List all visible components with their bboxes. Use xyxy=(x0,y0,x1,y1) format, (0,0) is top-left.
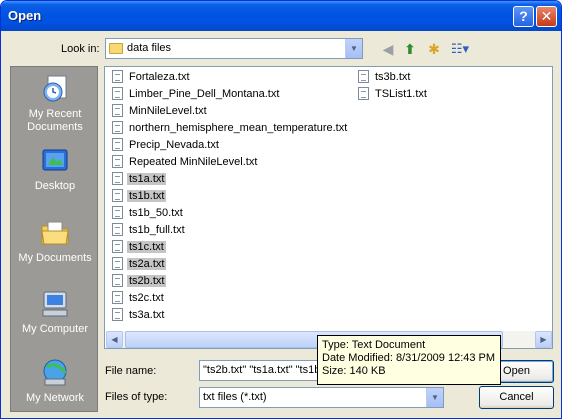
file-name: ts1b.txt xyxy=(127,190,167,202)
back-icon[interactable]: ◀ xyxy=(378,39,398,59)
new-folder-icon[interactable]: ✱ xyxy=(424,39,444,59)
file-name: ts2a.txt xyxy=(127,258,167,270)
file-list[interactable]: Fortaleza.txt Limber_Pine_Dell_Montana.tx… xyxy=(104,66,553,349)
file-item[interactable]: ts3a.txt xyxy=(107,307,166,323)
chevron-down-icon[interactable]: ▼ xyxy=(345,39,362,58)
text-file-icon xyxy=(112,256,123,270)
text-file-icon xyxy=(112,154,123,168)
file-name: Precip_Nevada.txt xyxy=(129,139,219,151)
file-item[interactable]: ts1b_full.txt xyxy=(107,222,187,238)
my-computer-icon xyxy=(42,291,68,317)
file-name: ts1b_50.txt xyxy=(129,207,183,219)
file-name: MinNileLevel.txt xyxy=(129,105,207,117)
window-title: Open xyxy=(8,8,42,23)
file-item[interactable]: TSList1.txt xyxy=(353,86,429,102)
tooltip-type: Type: Text Document xyxy=(322,339,426,351)
place-my-recent-documents[interactable]: My Recent Documents xyxy=(11,73,99,134)
file-name: ts3a.txt xyxy=(129,309,165,321)
file-name: ts2c.txt xyxy=(129,292,164,304)
file-item[interactable]: Limber_Pine_Dell_Montana.txt xyxy=(107,86,281,102)
places-bar: My Recent Documents Desktop My Documents xyxy=(10,66,98,412)
file-item[interactable]: Repeated MinNileLevel.txt xyxy=(107,154,259,170)
text-file-icon xyxy=(112,103,123,117)
title-bar[interactable]: Open ? ✕ xyxy=(1,1,561,31)
file-item[interactable]: ts1b.txt xyxy=(107,188,167,204)
file-item[interactable]: ts1a.txt xyxy=(107,171,167,187)
look-in-label: Look in: xyxy=(61,43,100,55)
file-name: ts2b.txt xyxy=(127,275,167,287)
up-folder-icon[interactable]: ⬆ xyxy=(400,39,420,59)
file-name: northern_hemisphere_mean_temperature.txt xyxy=(129,122,348,134)
place-label: Desktop xyxy=(34,180,76,192)
text-file-icon xyxy=(112,239,123,253)
file-item[interactable]: ts3b.txt xyxy=(353,69,412,85)
files-of-type-combo[interactable]: txt files (*.txt) ▼ xyxy=(199,387,444,408)
text-file-icon xyxy=(112,205,123,219)
text-file-icon xyxy=(358,69,369,83)
desktop-icon xyxy=(42,149,68,171)
text-file-icon xyxy=(112,290,123,304)
text-file-icon xyxy=(112,171,123,185)
file-name: ts1c.txt xyxy=(127,241,166,253)
text-file-icon xyxy=(112,307,123,321)
files-of-type-label: Files of type: xyxy=(105,391,168,403)
place-label: My Network xyxy=(25,392,85,404)
file-name: Fortaleza.txt xyxy=(129,71,190,83)
place-my-computer[interactable]: My Computer xyxy=(11,288,99,336)
file-item[interactable]: Fortaleza.txt xyxy=(107,69,192,85)
file-name: Limber_Pine_Dell_Montana.txt xyxy=(129,88,280,100)
my-network-icon xyxy=(43,359,67,386)
text-file-icon xyxy=(112,69,123,83)
help-button[interactable]: ? xyxy=(513,6,534,27)
file-name: TSList1.txt xyxy=(375,88,427,100)
text-file-icon xyxy=(358,86,369,100)
files-of-type-value: txt files (*.txt) xyxy=(203,391,267,403)
file-info-tooltip: Type: Text Document Date Modified: 8/31/… xyxy=(317,335,501,385)
file-item[interactable]: ts1c.txt xyxy=(107,239,166,255)
file-item[interactable]: Precip_Nevada.txt xyxy=(107,137,221,153)
file-item[interactable]: MinNileLevel.txt xyxy=(107,103,209,119)
folder-icon xyxy=(109,42,123,54)
tooltip-size: Size: 140 KB xyxy=(322,365,386,377)
view-menu-icon[interactable]: ☷▾ xyxy=(448,39,472,59)
chevron-down-icon[interactable]: ▼ xyxy=(426,388,443,407)
place-label: My Documents xyxy=(18,252,92,264)
text-file-icon xyxy=(112,120,123,134)
file-item[interactable]: ts2c.txt xyxy=(107,290,166,306)
file-item[interactable]: northern_hemisphere_mean_temperature.txt xyxy=(107,120,349,136)
place-label: My Computer xyxy=(21,323,89,335)
place-my-documents[interactable]: My Documents xyxy=(11,217,99,265)
place-label: My Recent Documents xyxy=(27,108,83,133)
file-item[interactable]: ts2b.txt xyxy=(107,273,167,289)
my-documents-icon xyxy=(41,221,69,245)
look-in-combo[interactable]: data files ▼ xyxy=(105,38,363,59)
file-name: ts1b_full.txt xyxy=(129,224,185,236)
text-file-icon xyxy=(112,222,123,236)
recent-documents-icon xyxy=(43,75,67,102)
open-dialog: Open ? ✕ Look in: data files ▼ ◀ ⬆ ✱ ☷▾ … xyxy=(0,0,562,419)
look-in-value: data files xyxy=(127,42,172,54)
file-name: ts1a.txt xyxy=(127,173,167,185)
file-name: ts3b.txt xyxy=(375,71,411,83)
text-file-icon xyxy=(112,137,123,151)
text-file-icon xyxy=(112,188,123,202)
tooltip-date-modified: Date Modified: 8/31/2009 12:43 PM xyxy=(322,352,496,364)
text-file-icon xyxy=(112,273,123,287)
file-item[interactable]: ts1b_50.txt xyxy=(107,205,185,221)
scroll-right-icon[interactable]: ▶ xyxy=(535,331,552,348)
close-button[interactable]: ✕ xyxy=(536,6,557,27)
file-name-label: File name: xyxy=(105,365,157,377)
place-my-network[interactable]: My Network xyxy=(11,357,99,405)
file-name: Repeated MinNileLevel.txt xyxy=(129,156,258,168)
place-desktop[interactable]: Desktop xyxy=(11,145,99,193)
cancel-button[interactable]: Cancel xyxy=(479,386,554,409)
text-file-icon xyxy=(112,86,123,100)
file-item[interactable]: ts2a.txt xyxy=(107,256,167,272)
scroll-left-icon[interactable]: ◀ xyxy=(106,331,123,348)
